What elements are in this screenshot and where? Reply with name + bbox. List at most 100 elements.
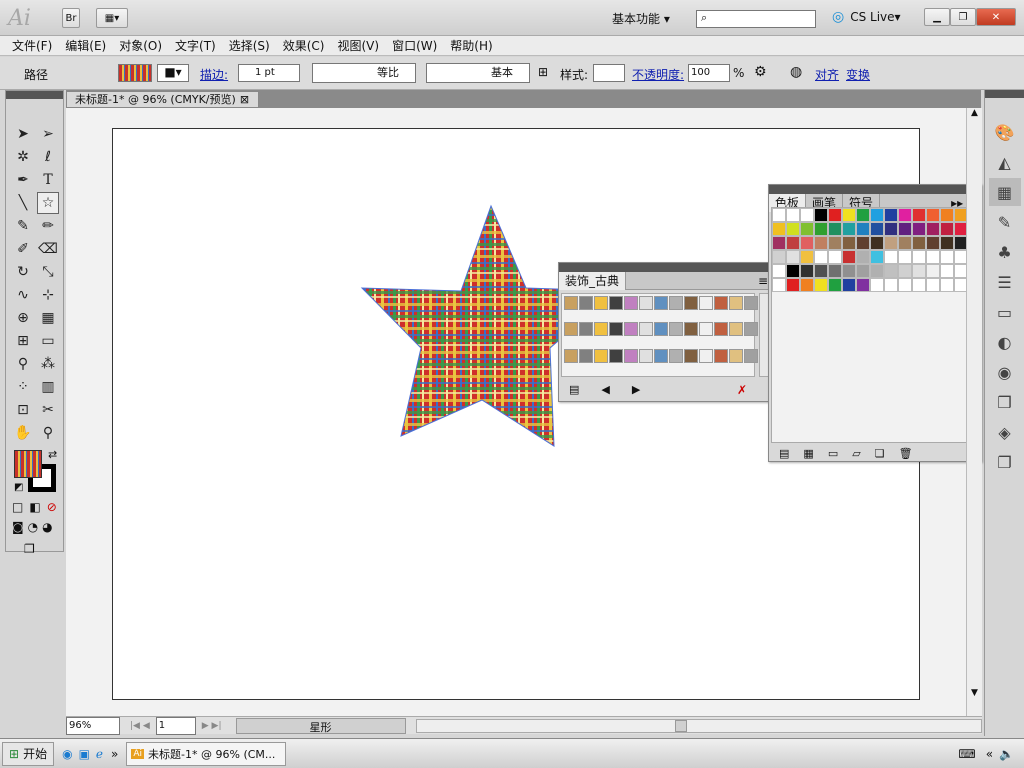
menu-select[interactable]: 选择(S) xyxy=(229,37,270,54)
pattern-swatch[interactable] xyxy=(744,348,758,363)
stroke-swatch-dropdown[interactable]: ■▾ xyxy=(157,64,189,82)
scale-tool-icon[interactable]: ⤡ xyxy=(37,261,59,283)
search-input[interactable]: ⌕ xyxy=(696,10,816,28)
selection-tool-icon[interactable]: ➤ xyxy=(12,123,34,145)
color-swatch[interactable] xyxy=(814,222,828,236)
color-swatch[interactable] xyxy=(912,250,926,264)
color-swatch[interactable] xyxy=(814,278,828,292)
warp-tool-icon[interactable]: ∿ xyxy=(12,284,34,306)
new-color-group-icon[interactable]: ▱ xyxy=(852,447,860,460)
restore-button[interactable]: ❐ xyxy=(950,8,976,26)
pattern-swatch[interactable] xyxy=(654,296,668,310)
opacity-input[interactable]: 100 xyxy=(688,64,730,82)
pattern-swatch[interactable] xyxy=(639,322,653,337)
menu-file[interactable]: 文件(F) xyxy=(12,37,52,54)
color-swatch[interactable] xyxy=(786,208,800,222)
next-library-icon[interactable]: ▶ xyxy=(632,383,640,396)
screen-mode-icon[interactable]: ❐ xyxy=(6,542,63,556)
graphic-style-dropdown[interactable] xyxy=(593,64,625,82)
rotate-tool-icon[interactable]: ↻ xyxy=(12,261,34,283)
color-swatch[interactable] xyxy=(814,236,828,250)
color-swatch[interactable] xyxy=(912,208,926,222)
swatch-options-icon[interactable]: ▭ xyxy=(828,447,838,460)
transform-link[interactable]: 变换 xyxy=(846,66,870,83)
tray-expand-icon[interactable]: « xyxy=(986,747,993,761)
color-mode-icon[interactable]: □ xyxy=(12,500,23,514)
pattern-swatch[interactable] xyxy=(744,322,758,337)
color-swatch[interactable] xyxy=(884,222,898,236)
artboard-number-input[interactable]: 1 xyxy=(155,716,196,735)
color-swatch[interactable] xyxy=(898,250,912,264)
color-swatch[interactable] xyxy=(926,222,940,236)
color-swatch[interactable] xyxy=(898,264,912,278)
mesh-tool-icon[interactable]: ⊞ xyxy=(12,330,34,352)
symbols-panel-icon[interactable]: ♣ xyxy=(989,238,1021,266)
color-swatch[interactable] xyxy=(898,236,912,250)
color-swatch[interactable] xyxy=(870,236,884,250)
horizontal-scroll-thumb[interactable] xyxy=(674,719,687,732)
color-swatch[interactable] xyxy=(772,278,786,292)
color-swatch[interactable] xyxy=(842,278,856,292)
perspective-grid-tool-icon[interactable]: ▦ xyxy=(37,307,59,329)
pattern-swatch[interactable] xyxy=(729,348,743,363)
first-artboard-icon[interactable]: |◀ ◀ xyxy=(130,721,150,731)
color-swatch[interactable] xyxy=(884,264,898,278)
color-swatch[interactable] xyxy=(800,222,814,236)
swatch-grid[interactable] xyxy=(772,208,968,292)
scroll-down-icon[interactable]: ▼ xyxy=(967,688,982,698)
tools-panel-grip[interactable] xyxy=(6,91,63,99)
color-swatch[interactable] xyxy=(828,278,842,292)
color-swatch[interactable] xyxy=(800,264,814,278)
delete-swatch-trash-icon[interactable]: 🗑 xyxy=(899,447,913,460)
color-swatch[interactable] xyxy=(828,264,842,278)
color-swatch[interactable] xyxy=(842,236,856,250)
gradient-panel-icon[interactable]: ▭ xyxy=(989,298,1021,326)
pattern-swatch[interactable] xyxy=(579,322,593,337)
color-swatch[interactable] xyxy=(800,208,814,222)
color-swatch[interactable] xyxy=(842,250,856,264)
column-graph-tool-icon[interactable]: ▥ xyxy=(37,376,59,398)
color-swatch[interactable] xyxy=(772,222,786,236)
pattern-swatch[interactable] xyxy=(624,348,638,363)
recolor-icon[interactable]: ⊞ xyxy=(538,65,548,79)
color-swatch[interactable] xyxy=(786,250,800,264)
pattern-swatch[interactable] xyxy=(669,322,683,337)
color-swatch[interactable] xyxy=(800,236,814,250)
graphic-styles-panel-icon[interactable]: ❒ xyxy=(989,388,1021,416)
lasso-tool-icon[interactable]: ℓ xyxy=(37,146,59,168)
star-tool-icon[interactable]: ☆ xyxy=(37,192,59,214)
blob-brush-tool-icon[interactable]: ✐ xyxy=(12,238,34,260)
pattern-swatch[interactable] xyxy=(594,348,608,363)
pattern-swatch[interactable] xyxy=(609,322,623,337)
menu-view[interactable]: 视图(V) xyxy=(337,37,379,54)
default-colors-icon[interactable]: ◩ xyxy=(14,482,23,493)
menu-object[interactable]: 对象(O) xyxy=(119,37,162,54)
pattern-swatch[interactable] xyxy=(669,348,683,363)
scroll-up-icon[interactable]: ▲ xyxy=(967,108,982,118)
library-menu-icon[interactable]: ▤ xyxy=(569,383,579,396)
vertical-scrollbar[interactable]: ▲ ▼ xyxy=(966,108,982,716)
arrange-documents-button[interactable]: ▦▾ xyxy=(96,8,128,28)
pattern-swatch[interactable] xyxy=(564,322,578,337)
pattern-swatch[interactable] xyxy=(714,322,728,337)
pattern-swatch[interactable] xyxy=(564,348,578,363)
color-swatch[interactable] xyxy=(814,208,828,222)
pattern-swatch[interactable] xyxy=(609,296,623,310)
draw-inside-icon[interactable]: ◕ xyxy=(42,520,52,534)
color-swatch[interactable] xyxy=(842,208,856,222)
pattern-swatch[interactable] xyxy=(609,348,623,363)
pattern-swatch[interactable] xyxy=(699,348,713,363)
dock-grip[interactable] xyxy=(985,90,1024,98)
new-swatch-icon[interactable]: ❏ xyxy=(875,447,885,460)
color-swatch[interactable] xyxy=(856,208,870,222)
pattern-swatch-grid[interactable] xyxy=(561,293,758,377)
pattern-swatch[interactable] xyxy=(564,296,578,310)
artboard-tool-icon[interactable]: ⊡ xyxy=(12,399,34,421)
color-swatch[interactable] xyxy=(926,250,940,264)
color-swatch[interactable] xyxy=(842,222,856,236)
pattern-swatch[interactable] xyxy=(714,296,728,310)
pattern-swatch[interactable] xyxy=(594,296,608,310)
color-swatch[interactable] xyxy=(786,236,800,250)
volume-tray-icon[interactable]: 🔈 xyxy=(999,747,1014,761)
chrome-quicklaunch-icon[interactable]: ◉ xyxy=(62,747,72,761)
